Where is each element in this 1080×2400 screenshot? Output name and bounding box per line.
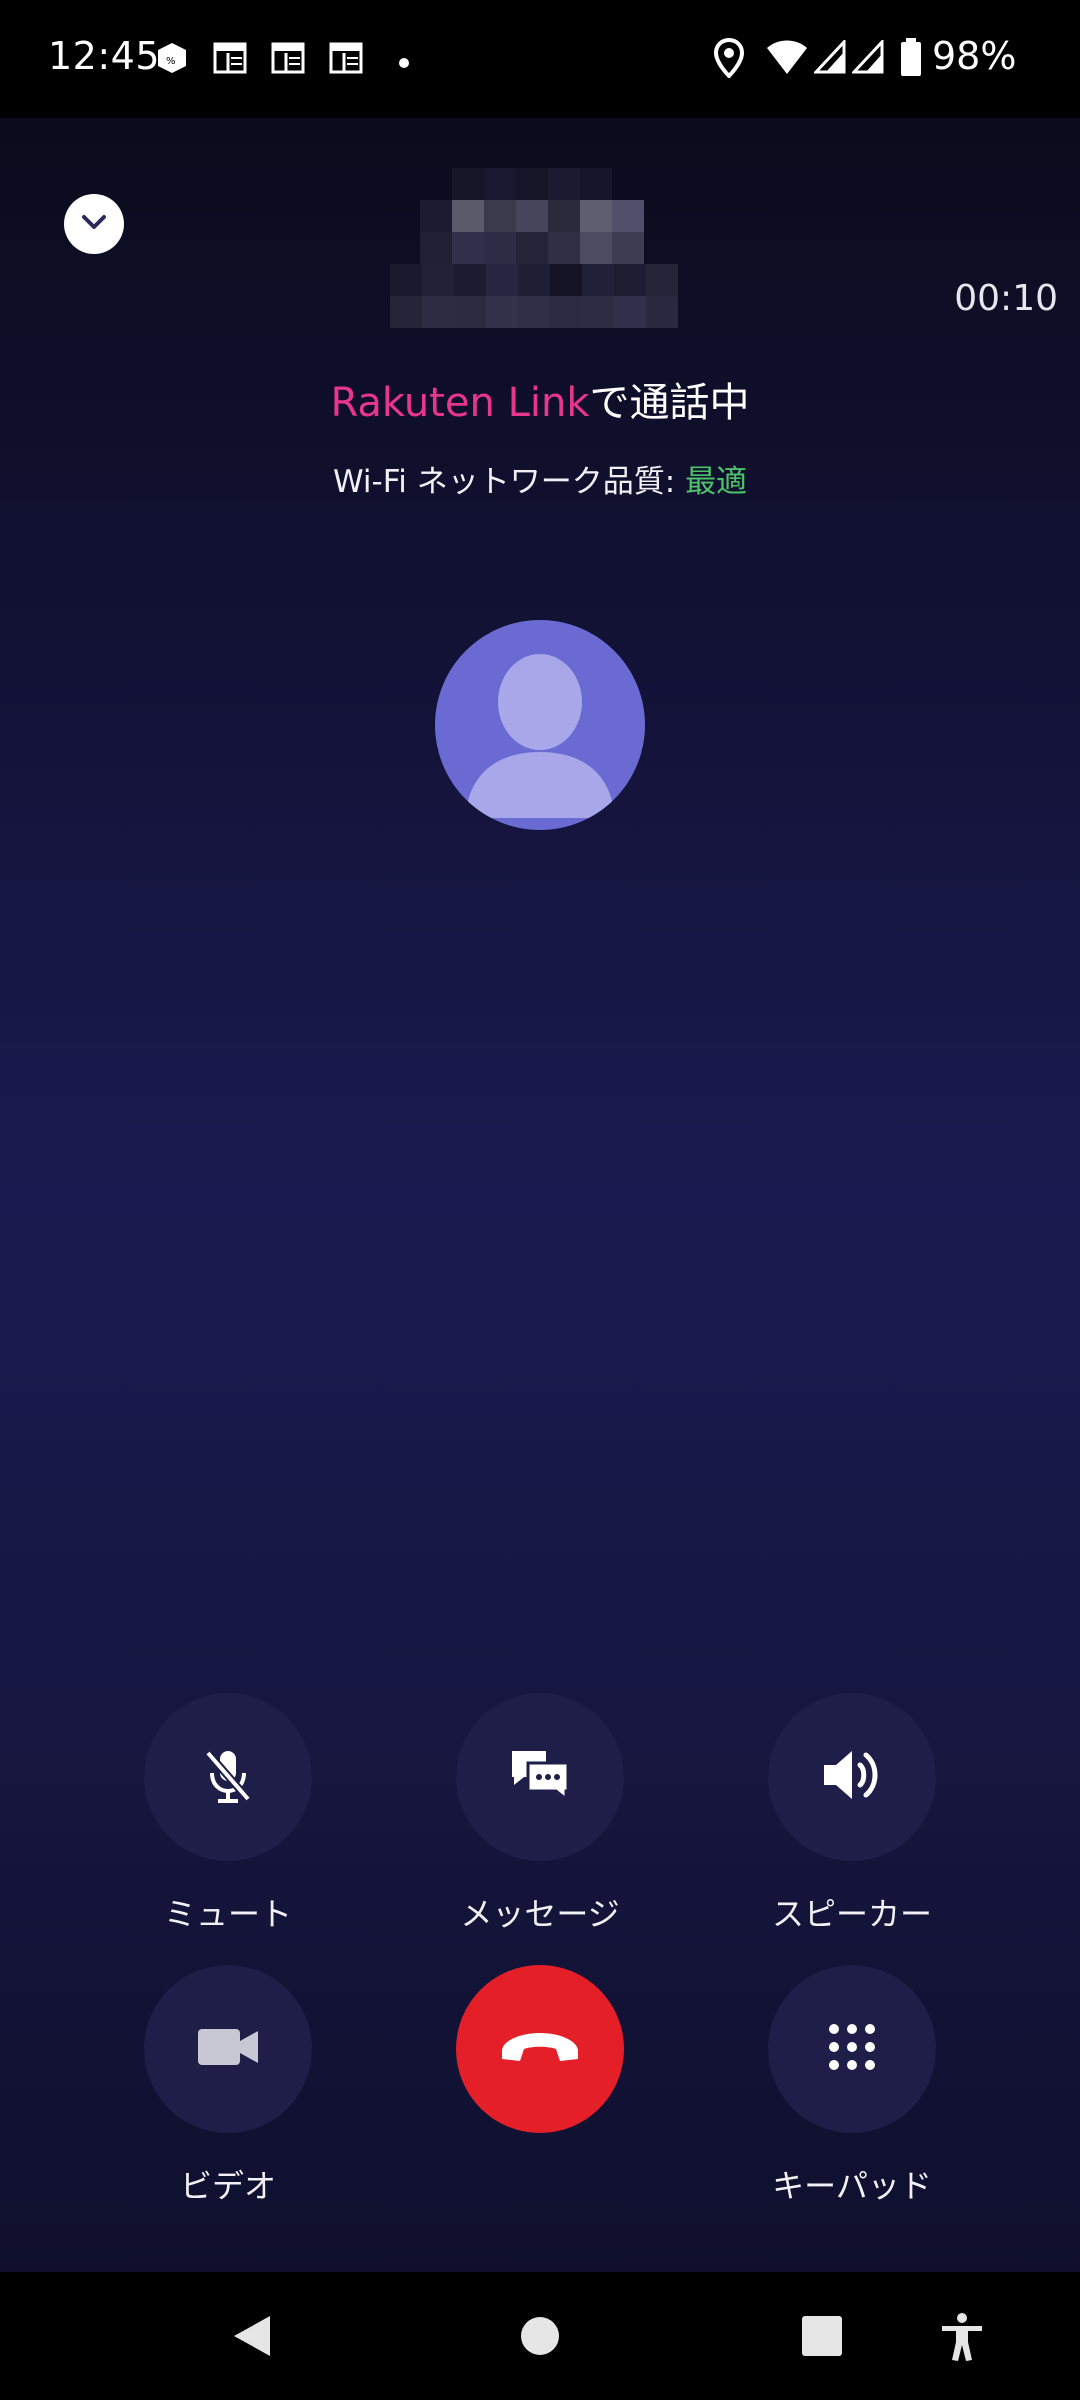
mic-off-icon	[196, 1743, 260, 1811]
caller-name-redacted	[390, 168, 680, 330]
network-quality: Wi-Fi ネットワーク品質: 最適	[0, 456, 1080, 501]
collapse-button[interactable]	[64, 194, 124, 254]
accessibility-icon[interactable]	[940, 2312, 984, 2366]
battery-percent: 98%	[932, 34, 1017, 78]
keypad-button[interactable]	[768, 1965, 936, 2133]
mute-label: ミュート	[163, 1895, 292, 1933]
newspaper-icon	[212, 40, 248, 80]
person-icon	[435, 654, 645, 830]
newspaper-icon	[328, 40, 364, 80]
keypad-label: キーパッド	[772, 2167, 932, 2205]
call-screen: 00:10 Rakuten Linkで通話中 Wi-Fi ネットワーク品質: 最…	[0, 118, 1080, 2272]
message-label: メッセージ	[460, 1895, 620, 1933]
network-quality-value: 最適	[685, 464, 748, 500]
call-app-name: Rakuten Link	[330, 380, 590, 426]
home-button[interactable]	[520, 2316, 560, 2360]
location-icon	[713, 37, 745, 82]
chat-bubbles-icon	[506, 1743, 574, 1811]
call-status-text: で通話中	[589, 380, 750, 426]
back-button[interactable]	[230, 2314, 274, 2362]
end-call-button[interactable]	[456, 1965, 624, 2133]
video-button[interactable]	[144, 1965, 312, 2133]
call-status: Rakuten Linkで通話中	[0, 370, 1080, 428]
video-label: ビデオ	[179, 2167, 276, 2205]
video-camera-icon	[194, 2023, 262, 2075]
navigation-bar	[0, 2272, 1080, 2400]
wifi-icon	[766, 38, 808, 80]
speaker-icon	[818, 1743, 886, 1811]
speaker-button[interactable]	[768, 1693, 936, 1861]
network-quality-label: Wi-Fi ネットワーク品質:	[332, 464, 686, 500]
hang-up-icon	[498, 2027, 582, 2071]
dialpad-icon	[826, 2021, 878, 2077]
svg-text:%: %	[166, 56, 176, 67]
chevron-down-icon	[76, 204, 112, 244]
call-duration: 00:10	[954, 278, 1058, 319]
mute-button[interactable]	[144, 1693, 312, 1861]
newspaper-icon	[270, 40, 306, 80]
signal-icon	[850, 38, 884, 78]
recents-button[interactable]	[802, 2316, 842, 2360]
status-time: 12:45	[48, 34, 161, 78]
battery-icon	[900, 38, 922, 80]
speaker-label: スピーカー	[771, 1895, 932, 1933]
signal-icon	[812, 38, 846, 78]
app-icon: %	[154, 40, 190, 80]
status-bar: 12:45 % 98%	[0, 0, 1080, 118]
dot-icon	[398, 54, 410, 73]
contact-avatar	[435, 620, 645, 830]
message-button[interactable]	[456, 1693, 624, 1861]
